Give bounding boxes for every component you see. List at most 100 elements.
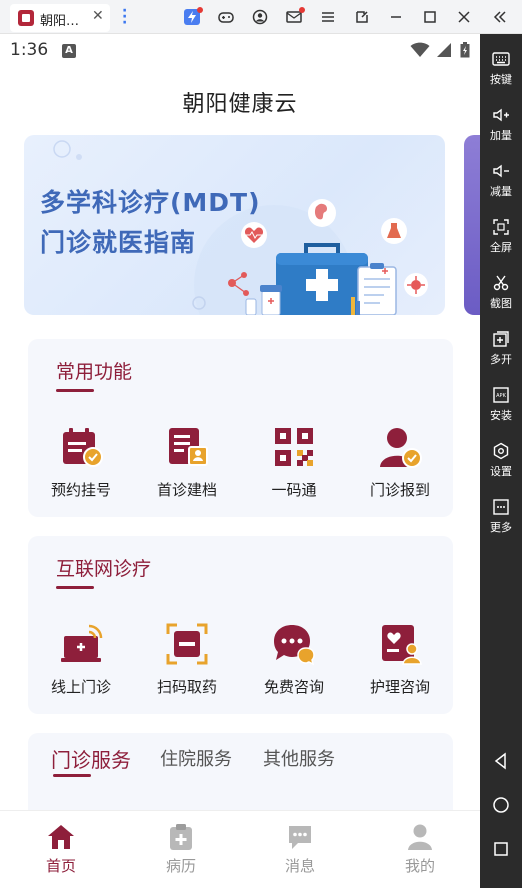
next-banner-peek[interactable]: [464, 135, 480, 315]
rail-label: 更多: [490, 521, 512, 534]
nursing-consult-icon: [378, 622, 422, 666]
emulator-app-tab[interactable]: 朝阳… ✕: [10, 4, 110, 32]
wifi-icon: [410, 42, 430, 62]
volume-down-icon: [492, 162, 510, 180]
gamepad-icon[interactable]: [218, 9, 234, 25]
emulator-titlebar: 朝阳… ✕ · · ·: [0, 0, 522, 34]
func-label: 线上门诊: [50, 678, 111, 696]
internet-clinic-card: 互联网诊疗 线上门诊 扫码取药 免费咨询 护理咨询: [28, 536, 453, 714]
rail-multi-open[interactable]: 多开: [480, 330, 522, 367]
func-free-consult[interactable]: 免费咨询: [244, 622, 344, 697]
func-appointment[interactable]: 预约挂号: [31, 425, 131, 500]
rail-screenshot[interactable]: 截图: [480, 274, 522, 311]
restore-icon[interactable]: [354, 9, 370, 25]
section-title: 常用功能: [56, 361, 133, 383]
rail-more[interactable]: 更多: [480, 498, 522, 535]
active-tab-underline: [53, 774, 91, 777]
nav-label: 病历: [165, 857, 196, 875]
scissors-icon: [492, 274, 510, 292]
multi-open-icon: [492, 330, 510, 348]
android-home-button[interactable]: [480, 796, 522, 818]
nav-messages[interactable]: 消息: [260, 823, 340, 876]
mail-dot: [299, 7, 305, 13]
func-label: 首诊建档: [156, 481, 217, 499]
more-icon: [492, 498, 510, 516]
tab-inpatient-services[interactable]: 住院服务: [160, 745, 232, 771]
record-profile-icon: [165, 425, 209, 469]
status-bar: 1:36 A: [0, 34, 480, 66]
promo-banner[interactable]: 多学科诊疗(MDT) 门诊就医指南: [24, 135, 445, 315]
fullscreen-icon: [492, 218, 510, 236]
rail-label: 加量: [490, 129, 512, 142]
minimize-icon[interactable]: [388, 9, 404, 25]
tab-title: 朝阳…: [40, 14, 80, 29]
apk-icon: APK: [492, 386, 510, 404]
rail-volume-down[interactable]: 减量: [480, 162, 522, 199]
nav-label: 我的: [404, 857, 435, 875]
scan-medicine-icon: [165, 622, 209, 666]
func-online-clinic[interactable]: 线上门诊: [31, 622, 131, 697]
nav-home[interactable]: 首页: [21, 823, 101, 876]
rail-label: 按键: [490, 73, 512, 86]
menu-icon[interactable]: [320, 9, 336, 25]
func-label: 扫码取药: [156, 678, 217, 696]
account-icon[interactable]: [252, 9, 268, 25]
rail-settings[interactable]: 设置: [480, 442, 522, 479]
user-check-icon: [378, 425, 422, 469]
rail-install[interactable]: APK 安装: [480, 386, 522, 423]
page-title: 朝阳健康云: [182, 92, 298, 117]
func-scan-medicine[interactable]: 扫码取药: [137, 622, 237, 697]
tab-other-services[interactable]: 其他服务: [263, 745, 335, 771]
home-circle-icon: [493, 797, 509, 813]
rail-label: 截图: [490, 297, 512, 310]
rail-label: 设置: [490, 465, 512, 478]
nav-medical-record[interactable]: 病历: [141, 823, 221, 876]
recents-square-icon: [494, 842, 508, 856]
cell-signal-icon: [436, 42, 452, 62]
banner-headline: 多学科诊疗(MDT): [40, 188, 261, 217]
close-icon[interactable]: [456, 9, 472, 25]
online-clinic-icon: [59, 622, 103, 666]
rail-label: 减量: [490, 185, 512, 198]
settings-icon: [492, 442, 510, 460]
back-triangle-icon: [494, 752, 506, 770]
svg-text:APK: APK: [496, 393, 506, 399]
nav-profile[interactable]: 我的: [380, 823, 460, 876]
battery-icon: [460, 42, 470, 62]
android-recents-button[interactable]: [480, 840, 522, 862]
common-functions-card: 常用功能 预约挂号 首诊建档 一码通 门诊报到: [28, 339, 453, 517]
status-a-badge: A: [62, 44, 76, 58]
tab-outpatient-services[interactable]: 门诊服务: [51, 744, 131, 773]
rail-keyboard[interactable]: 按键: [480, 50, 522, 87]
maximize-icon[interactable]: [422, 9, 438, 25]
tab-close-icon[interactable]: ✕: [92, 8, 104, 24]
rail-label: 安装: [490, 409, 512, 422]
android-back-button[interactable]: [480, 752, 522, 774]
home-icon: [47, 823, 75, 851]
collapse-sidebar-icon[interactable]: [492, 9, 508, 25]
rail-label: 全屏: [490, 241, 512, 254]
func-clinic-checkin[interactable]: 门诊报到: [350, 425, 450, 500]
notification-dot: [197, 7, 203, 13]
banner-subheadline: 门诊就医指南: [40, 228, 197, 257]
func-label: 护理咨询: [369, 678, 430, 696]
func-first-visit-record[interactable]: 首诊建档: [137, 425, 237, 500]
calendar-check-icon: [59, 425, 103, 469]
volume-up-icon: [492, 106, 510, 124]
message-icon: [286, 823, 314, 851]
bottom-nav: 首页 病历 消息 我的: [0, 810, 480, 888]
section-underline: [56, 389, 94, 392]
keyboard-icon: [492, 50, 510, 68]
tab-menu-icon[interactable]: · · ·: [122, 4, 127, 30]
rail-volume-up[interactable]: 加量: [480, 106, 522, 143]
rail-fullscreen[interactable]: 全屏: [480, 218, 522, 255]
nav-label: 首页: [45, 857, 76, 875]
func-label: 免费咨询: [263, 678, 324, 696]
section-title: 互联网诊疗: [56, 558, 152, 580]
status-time: 1:36: [10, 40, 49, 60]
func-qr-pass[interactable]: 一码通: [244, 425, 344, 500]
func-label: 门诊报到: [369, 481, 430, 499]
qr-code-icon: [272, 425, 316, 469]
func-label: 预约挂号: [50, 481, 111, 499]
func-nursing-consult[interactable]: 护理咨询: [350, 622, 450, 697]
